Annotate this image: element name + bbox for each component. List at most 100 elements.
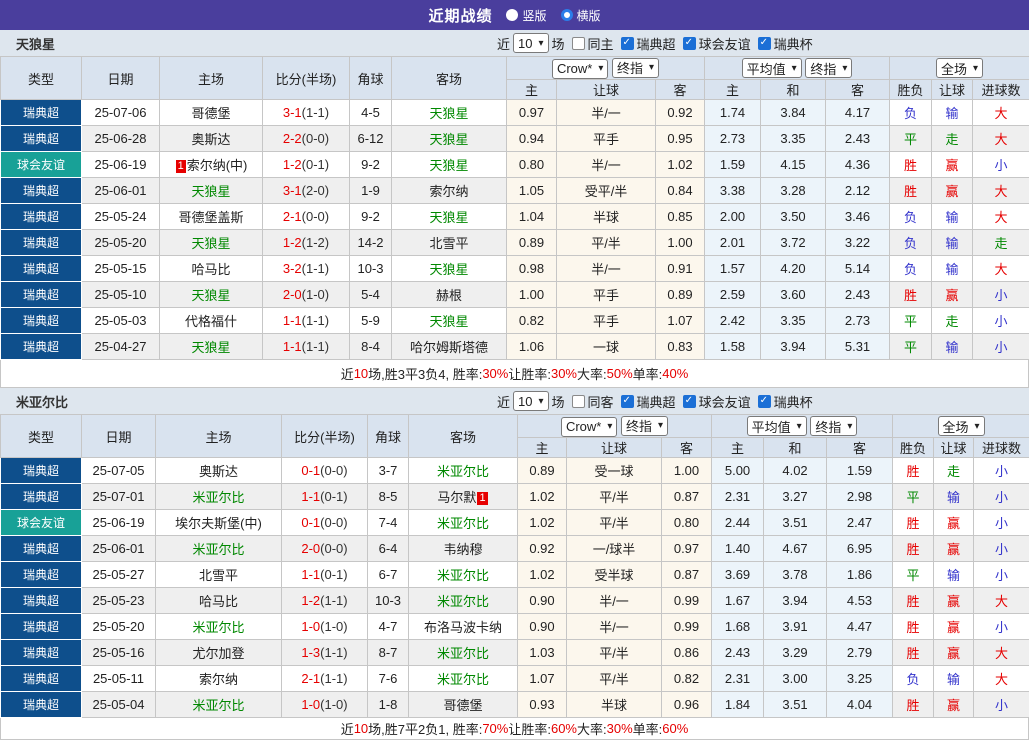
same-venue-label[interactable]: 同主 [588, 34, 614, 53]
result-text: 小 [995, 464, 1008, 479]
result-handicap-cell: 赢 [932, 178, 973, 204]
record-summary: 近10场,胜7平2负1, 胜率:70% 让胜率:60% 大率:30% 单率:60… [0, 718, 1029, 740]
same-venue-checkbox[interactable] [572, 37, 585, 50]
recent-matches-table: 类型 日期 主场 比分(半场) 角球 客场 Crow*▾ 终指▾ 平均值▾ 终指… [0, 56, 1029, 360]
result-handicap-cell: 赢 [934, 640, 974, 666]
odds-home-cell: 0.90 [518, 614, 567, 640]
chevron-down-icon: ▾ [842, 63, 847, 74]
result-text: 赢 [947, 646, 960, 661]
odds-handicap-cell: 平/半 [567, 640, 662, 666]
final-odds-select[interactable]: 终指▾ [612, 58, 659, 78]
summary-segment: 50% [607, 366, 633, 381]
fullmatch-select[interactable]: 全场▾ [938, 416, 985, 436]
cup-checkbox[interactable] [758, 37, 771, 50]
away-team-cell: 米亚尔比 [409, 640, 518, 666]
fulltime-score: 1-1 [301, 567, 320, 582]
avg-home-cell: 1.58 [705, 334, 761, 360]
score-cell: 3-1(2-0) [263, 178, 350, 204]
same-venue-label[interactable]: 同客 [588, 392, 614, 411]
chevron-down-icon: ▾ [598, 63, 603, 74]
odds-dropdown-group: Crow*▾ 终指▾ [507, 57, 705, 80]
result-handicap-cell: 走 [932, 126, 973, 152]
odds-home-cell: 1.05 [507, 178, 557, 204]
radio-unselected-icon [506, 9, 518, 21]
league-checkbox[interactable] [621, 37, 634, 50]
result-wdl-cell: 负 [893, 666, 934, 692]
friendly-checkbox[interactable] [683, 37, 696, 50]
col-result-handicap: 让球 [932, 80, 973, 100]
friendly-checkbox[interactable] [683, 395, 696, 408]
summary-segment: 60% [662, 721, 688, 736]
bookmaker-select[interactable]: Crow*▾ [552, 59, 608, 79]
avg-draw-cell: 3.50 [761, 204, 826, 230]
match-type-cell: 球会友谊 [1, 510, 82, 536]
home-team-cell: 天狼星 [160, 282, 263, 308]
final-average-select[interactable]: 终指▾ [810, 416, 857, 436]
score-cell: 2-2(0-0) [263, 126, 350, 152]
result-text: 大 [995, 132, 1008, 147]
team-name-text: 索尔纳 [199, 672, 238, 687]
vertical-label[interactable]: 竖版 [522, 7, 546, 24]
friendly-label[interactable]: 球会友谊 [699, 34, 751, 53]
score-cell: 1-0(1-0) [282, 614, 368, 640]
fullmatch-select[interactable]: 全场▾ [936, 58, 983, 78]
match-date-cell: 25-06-28 [82, 126, 160, 152]
match-row: 瑞典超25-05-24哥德堡盖斯2-1(0-0)9-2天狼星1.04半球0.85… [1, 204, 1029, 230]
bookmaker-select[interactable]: Crow*▾ [561, 417, 617, 437]
team-name-text: 韦纳穆 [443, 542, 482, 557]
result-text: 赢 [946, 184, 959, 199]
col-odds-home: 主 [507, 80, 557, 100]
result-handicap-cell: 输 [932, 334, 973, 360]
match-type-cell: 瑞典超 [1, 458, 82, 484]
avg-home-cell: 2.31 [712, 484, 764, 510]
summary-segment: 40% [662, 366, 688, 381]
odds-home-cell: 0.89 [507, 230, 557, 256]
summary-segment: 大率: [577, 719, 607, 738]
cup-checkbox[interactable] [758, 395, 771, 408]
result-goals-cell: 小 [974, 536, 1029, 562]
corner-cell: 8-4 [350, 334, 392, 360]
result-text: 胜 [907, 698, 920, 713]
layout-radio-vertical[interactable]: 竖版 [506, 7, 546, 24]
odds-away-cell: 0.92 [656, 100, 705, 126]
average-select[interactable]: 平均值▾ [742, 58, 802, 78]
fulltime-score: 1-2 [283, 157, 302, 172]
average-select[interactable]: 平均值▾ [747, 416, 807, 436]
odds-handicap-cell: 半/一 [557, 256, 656, 282]
final-average-select-value: 终指 [810, 59, 836, 78]
record-summary: 近10场,胜3平3负4, 胜率:30% 让胜率:30% 大率:50% 单率:40… [0, 360, 1029, 388]
final-average-select[interactable]: 终指 ▾ [805, 58, 852, 78]
league-label[interactable]: 瑞典超 [637, 392, 676, 411]
final-odds-select[interactable]: 终指▾ [621, 416, 668, 436]
friendly-label[interactable]: 球会友谊 [699, 392, 751, 411]
result-wdl-cell: 平 [890, 308, 932, 334]
league-checkbox[interactable] [621, 395, 634, 408]
recent-count-select[interactable]: 10 ▾ [513, 391, 549, 411]
red-card-badge: 1 [176, 160, 186, 173]
league-label[interactable]: 瑞典超 [637, 34, 676, 53]
result-wdl-cell: 平 [890, 334, 932, 360]
avg-away-cell: 4.36 [826, 152, 890, 178]
cup-label[interactable]: 瑞典杯 [774, 34, 813, 53]
col-result-goals: 进球数 [973, 80, 1029, 100]
corner-cell: 7-6 [368, 666, 409, 692]
chevron-down-icon: ▾ [538, 396, 543, 407]
final-odds-select-value: 终指 [617, 58, 643, 77]
near-label: 近 [497, 392, 510, 411]
col-corner: 角球 [350, 57, 392, 100]
odds-home-cell: 0.82 [507, 308, 557, 334]
halftime-score: (1-1) [320, 671, 347, 686]
match-type-cell: 瑞典超 [1, 308, 82, 334]
same-venue-checkbox[interactable] [572, 395, 585, 408]
avg-away-cell: 2.43 [826, 126, 890, 152]
result-handicap-cell: 赢 [934, 692, 974, 718]
corner-cell: 1-8 [368, 692, 409, 718]
layout-radio-horizontal[interactable]: 横版 [561, 7, 601, 24]
cup-label[interactable]: 瑞典杯 [774, 392, 813, 411]
away-team-cell: 天狼星 [392, 126, 507, 152]
halftime-score: (1-0) [320, 697, 347, 712]
horizontal-label[interactable]: 横版 [577, 7, 601, 24]
odds-handicap-cell: 平/半 [567, 666, 662, 692]
result-text: 平 [904, 314, 917, 329]
recent-count-select[interactable]: 10 ▾ [513, 33, 549, 53]
